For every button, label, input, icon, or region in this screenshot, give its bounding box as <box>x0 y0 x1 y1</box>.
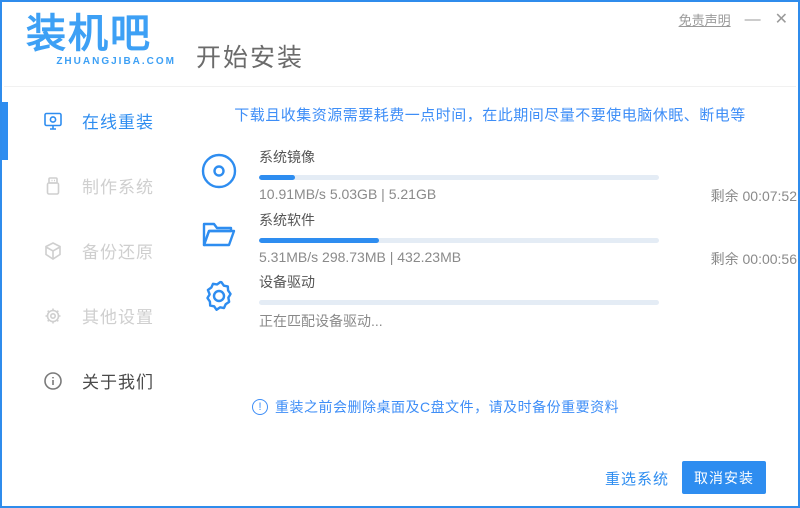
progress-bar <box>259 175 659 180</box>
task-stats: 5.31MB/s 298.73MB | 432.23MB <box>259 249 462 265</box>
exclamation-circle-icon: ! <box>252 399 268 415</box>
disc-icon <box>199 151 239 191</box>
sidebar-item-label: 在线重装 <box>82 113 154 132</box>
task-remaining: 剩余 00:07:52 <box>710 188 797 204</box>
task-status-text: 正在匹配设备驱动... <box>259 313 383 329</box>
sidebar-item-label: 关于我们 <box>82 373 154 392</box>
page-title: 开始安装 <box>196 44 305 72</box>
minimize-icon[interactable]: — <box>745 11 761 28</box>
notice-row: ! 重装之前会删除桌面及C盘文件，请及时备份重要资料 <box>252 397 619 417</box>
logo-text: 装机吧 <box>26 12 152 56</box>
sidebar-item-label: 其他设置 <box>82 308 154 327</box>
sidebar-item-label: 备份还原 <box>82 243 154 262</box>
monitor-icon <box>42 110 64 132</box>
progress-bar <box>259 300 659 305</box>
progress-fill <box>259 175 295 180</box>
task-name: 系统镜像 <box>259 149 315 165</box>
sidebar: 在线重装 制作系统 备份还原 其他设置 关于我们 <box>2 88 187 506</box>
folder-icon <box>199 214 239 254</box>
app-window: 装机吧 ZHUANGJIBA.COM 开始安装 免责声明 — ✕ 在线重装 制作… <box>0 0 800 508</box>
progress-bar <box>259 238 659 243</box>
close-icon[interactable]: ✕ <box>775 11 788 28</box>
usb-icon <box>42 175 64 197</box>
active-indicator <box>2 102 8 160</box>
sidebar-item-about-us[interactable]: 关于我们 <box>2 348 187 413</box>
sidebar-item-backup-restore[interactable]: 备份还原 <box>2 218 187 283</box>
sidebar-item-other-settings[interactable]: 其他设置 <box>2 283 187 348</box>
cancel-install-button[interactable]: 取消安装 <box>682 461 766 494</box>
warning-text: 下载且收集资源需要耗费一点时间，在此期间尽量不要使电脑休眠、断电等 <box>234 107 746 124</box>
notice-text: 重装之前会删除桌面及C盘文件，请及时备份重要资料 <box>275 399 620 415</box>
info-icon <box>42 370 64 392</box>
task-name: 系统软件 <box>259 212 315 228</box>
sidebar-item-label: 制作系统 <box>82 178 154 197</box>
driver-gear-icon <box>199 276 239 316</box>
task-name: 设备驱动 <box>259 274 315 290</box>
sidebar-item-online-reinstall[interactable]: 在线重装 <box>2 88 187 160</box>
progress-fill <box>259 238 379 243</box>
task-stats: 10.91MB/s 5.03GB | 5.21GB <box>259 186 437 202</box>
app-logo: 装机吧 ZHUANGJIBA.COM <box>26 8 176 67</box>
header-divider <box>4 86 796 87</box>
task-remaining: 剩余 00:00:56 <box>710 251 797 267</box>
sidebar-item-make-system[interactable]: 制作系统 <box>2 153 187 218</box>
disclaimer-link[interactable]: 免责声明 <box>679 10 731 29</box>
reselect-system-button[interactable]: 重选系统 <box>605 468 669 489</box>
gear-icon <box>42 305 64 327</box>
backup-cube-icon <box>42 240 64 262</box>
